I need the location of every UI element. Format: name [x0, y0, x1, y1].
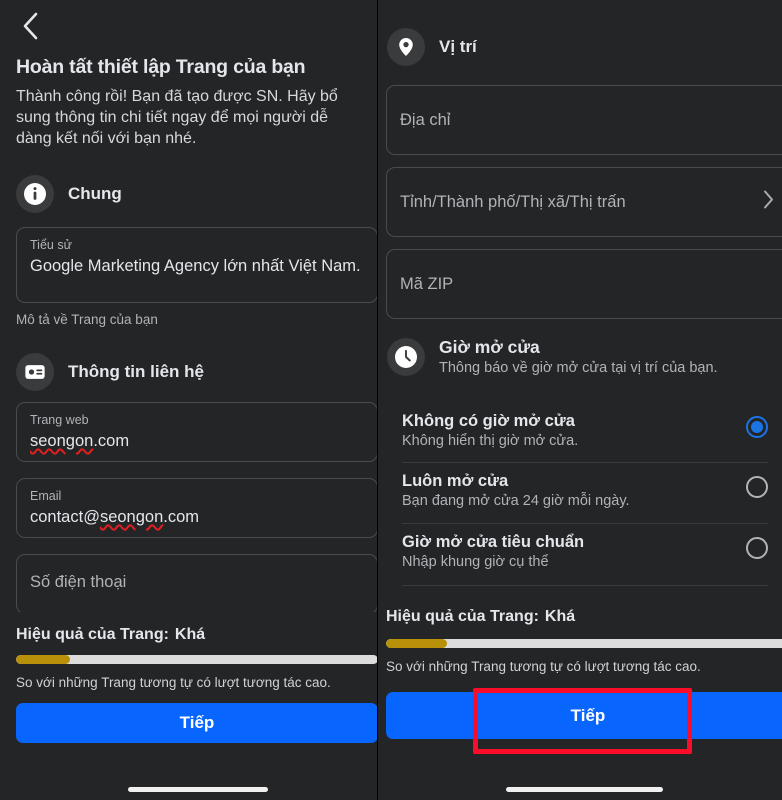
next-button[interactable]: Tiếp [16, 703, 378, 743]
contact-card-icon [16, 353, 54, 391]
radio-button[interactable] [746, 476, 768, 498]
option-title: Luôn mở cửa [402, 472, 509, 490]
section-title: Chung [68, 184, 122, 203]
performance-progress-fill [386, 639, 447, 648]
next-button[interactable]: Tiếp [386, 692, 782, 739]
option-title: Không có giờ mở cửa [402, 412, 575, 430]
list-divider [402, 585, 768, 586]
address-field-placeholder: Địa chỉ [400, 110, 451, 129]
page-title: Hoàn tất thiết lập Trang của bạn [16, 56, 306, 78]
back-button[interactable] [8, 4, 52, 48]
radio-button[interactable] [746, 537, 768, 559]
radio-button-selected[interactable] [746, 416, 768, 438]
zip-field[interactable]: Mã ZIP [386, 249, 782, 319]
performance-label-text: Hiệu quả của Trang: [16, 626, 169, 643]
clock-icon [387, 337, 425, 376]
website-field-value: seongon.com [30, 430, 364, 453]
performance-progress-track [16, 655, 378, 664]
performance-value: Khá [544, 608, 576, 625]
performance-note: So với những Trang tương tự có lượt tươn… [16, 675, 331, 690]
city-field[interactable]: Tỉnh/Thành phố/Thị xã/Thị trấn [386, 167, 782, 237]
performance-label-text: Hiệu quả của Trang: [386, 608, 539, 625]
section-header-contact: Thông tin liên hệ [16, 353, 204, 391]
bio-field-value: Google Marketing Agency lớn nhất Việt Na… [30, 257, 361, 275]
section-header-hours: Giờ mở cửa Thông báo về giờ mở cửa tại v… [387, 337, 718, 376]
website-suffix: .com [93, 432, 130, 450]
email-prefix: contact@ [30, 508, 100, 526]
info-icon [16, 175, 54, 213]
chevron-left-icon [23, 12, 38, 40]
list-divider [402, 462, 768, 463]
email-field[interactable]: Email contact@seongon.com [16, 478, 378, 538]
home-indicator [506, 787, 663, 792]
phone-field-placeholder: Số điện thoại [30, 573, 127, 591]
section-title: Thông tin liên hệ [68, 362, 204, 381]
left-phone-panel: Hoàn tất thiết lập Trang của bạn Thành c… [0, 0, 378, 800]
hours-option-standard[interactable]: Giờ mở cửa tiêu chuẩn Nhập khung giờ cụ … [402, 533, 768, 570]
hours-option-no-hours[interactable]: Không có giờ mở cửa Không hiển thị giờ m… [402, 412, 768, 449]
bio-field[interactable]: Tiểu sử Google Marketing Agency lớn nhất… [16, 227, 378, 303]
email-suffix: .com [163, 508, 200, 526]
section-header-general: Chung [16, 175, 122, 213]
option-title: Giờ mở cửa tiêu chuẩn [402, 533, 585, 551]
right-phone-panel: Vị trí Địa chỉ Tỉnh/Thành phố/Thị xã/Thị… [377, 0, 782, 800]
bio-field-label: Tiểu sử [30, 238, 72, 252]
home-indicator [128, 787, 268, 792]
city-field-placeholder: Tỉnh/Thành phố/Thị xã/Thị trấn [400, 192, 626, 211]
email-field-value: contact@seongon.com [30, 506, 364, 529]
section-description: Thông báo về giờ mở cửa tại vị trí của b… [439, 360, 718, 376]
performance-note: So với những Trang tương tự có lượt tươn… [386, 659, 701, 674]
location-pin-icon [387, 28, 425, 66]
website-misspelled-word: seongon [30, 432, 94, 450]
phone-field[interactable]: Số điện thoại [16, 554, 378, 614]
section-title: Vị trí [439, 37, 477, 56]
zip-field-placeholder: Mã ZIP [400, 274, 454, 293]
option-subtitle: Không hiển thị giờ mở cửa. [402, 433, 579, 449]
performance-progress-track [386, 639, 782, 648]
bio-helper-text: Mô tả về Trang của bạn [16, 312, 158, 327]
email-field-label: Email [30, 489, 62, 503]
page-performance-label: Hiệu quả của Trang: Khá [16, 626, 205, 644]
performance-progress-fill [16, 655, 71, 664]
address-field[interactable]: Địa chỉ [386, 85, 782, 155]
chevron-right-icon [762, 189, 775, 216]
performance-value: Khá [174, 626, 206, 643]
list-divider [402, 523, 768, 524]
website-field-label: Trang web [30, 413, 89, 427]
hours-option-always-open[interactable]: Luôn mở cửa Bạn đang mở cửa 24 giờ mỗi n… [402, 472, 768, 509]
page-performance-label: Hiệu quả của Trang: Khá [386, 608, 575, 626]
section-title: Giờ mở cửa [439, 337, 540, 357]
section-header-location: Vị trí [387, 28, 477, 66]
email-misspelled-word: seongon [99, 508, 164, 526]
option-subtitle: Bạn đang mở cửa 24 giờ mỗi ngày. [402, 493, 630, 509]
page-subtitle: Thành công rồi! Bạn đã tạo được SN. Hãy … [16, 88, 338, 147]
screenshot-root: Hoàn tất thiết lập Trang của bạn Thành c… [0, 0, 782, 800]
website-field[interactable]: Trang web seongon.com [16, 402, 378, 462]
option-subtitle: Nhập khung giờ cụ thể [402, 554, 549, 570]
